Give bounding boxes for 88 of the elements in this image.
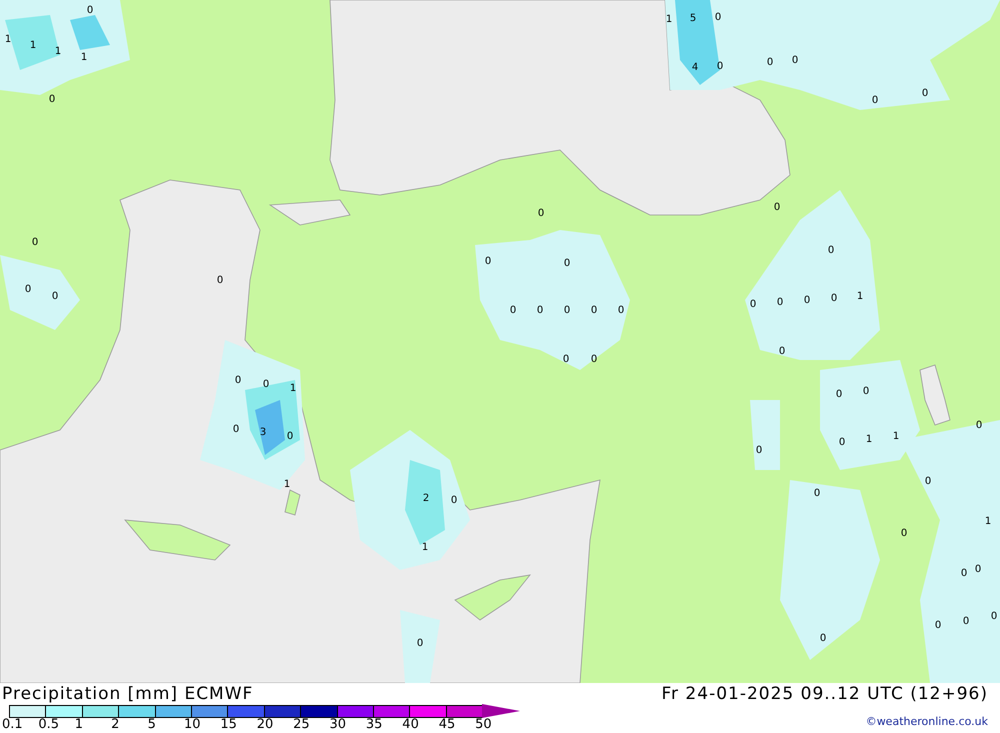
arrow-icon bbox=[482, 704, 520, 718]
value-label: 0 bbox=[538, 208, 544, 219]
value-label: 0 bbox=[510, 305, 516, 316]
value-label: 0 bbox=[590, 305, 598, 316]
value-label: 0 bbox=[24, 284, 32, 295]
value-label: 1 bbox=[892, 431, 900, 442]
value-label: 0 bbox=[484, 256, 492, 267]
value-label: 2 bbox=[422, 493, 430, 504]
value-label: 0 bbox=[286, 431, 294, 442]
value-label: 0 bbox=[564, 305, 570, 316]
value-label: 0 bbox=[814, 488, 820, 499]
value-label: 1 bbox=[4, 34, 12, 45]
legend-label: 0.5 bbox=[38, 718, 60, 732]
value-label: 1 bbox=[54, 46, 62, 57]
legend-label: 45 bbox=[438, 718, 456, 732]
value-label: 0 bbox=[562, 354, 570, 365]
value-label: 0 bbox=[750, 299, 756, 310]
value-label: 0 bbox=[900, 528, 908, 539]
value-label: 1 bbox=[866, 434, 872, 445]
value-label: 0 bbox=[416, 638, 424, 649]
value-label: 0 bbox=[216, 275, 224, 286]
legend-label: 30 bbox=[330, 718, 346, 732]
legend-label: 40 bbox=[402, 718, 419, 732]
value-label: 0 bbox=[872, 95, 878, 106]
value-label: 1 bbox=[856, 291, 864, 302]
value-label: 1 bbox=[984, 516, 992, 527]
value-label: 0 bbox=[922, 88, 928, 99]
value-label: 4 bbox=[692, 62, 698, 73]
value-label: 1 bbox=[80, 52, 88, 63]
legend-label: 0.1 bbox=[2, 718, 23, 732]
legend-label: 20 bbox=[256, 718, 274, 732]
legend-label: 1 bbox=[74, 718, 84, 732]
precipitation-area bbox=[255, 400, 285, 455]
valid-time: Fr 24-01-2025 09..12 UTC (12+96) bbox=[662, 683, 988, 705]
legend-label: 50 bbox=[475, 718, 492, 732]
value-label: 0 bbox=[536, 305, 544, 316]
value-label: 0 bbox=[962, 616, 970, 627]
value-label: 0 bbox=[716, 61, 724, 72]
value-label: 0 bbox=[820, 633, 826, 644]
value-label: 0 bbox=[766, 57, 774, 68]
value-label: 0 bbox=[828, 245, 834, 256]
value-label: 0 bbox=[990, 611, 998, 622]
value-label: 3 bbox=[260, 427, 266, 438]
value-label: 1 bbox=[666, 14, 672, 25]
value-label: 0 bbox=[836, 389, 842, 400]
value-label: 0 bbox=[924, 476, 932, 487]
value-label: 0 bbox=[776, 297, 784, 308]
value-label: 0 bbox=[450, 495, 458, 506]
legend-label: 10 bbox=[184, 718, 200, 732]
value-label: 0 bbox=[48, 94, 56, 105]
value-label: 0 bbox=[714, 12, 722, 23]
value-label: 0 bbox=[792, 55, 798, 66]
legend-label: 15 bbox=[220, 718, 237, 732]
value-label: 1 bbox=[30, 40, 36, 51]
precipitation-area bbox=[70, 15, 110, 50]
value-label: 0 bbox=[618, 305, 624, 316]
value-label: 0 bbox=[838, 437, 846, 448]
value-label: 1 bbox=[284, 479, 290, 490]
legend-label: 25 bbox=[293, 718, 310, 732]
value-label: 0 bbox=[232, 424, 240, 435]
value-label: 0 bbox=[960, 568, 968, 579]
value-label: 0 bbox=[32, 237, 38, 248]
precipitation-area bbox=[750, 400, 780, 470]
island-drawing bbox=[284, 489, 300, 516]
value-label: 0 bbox=[778, 346, 786, 357]
value-label: 0 bbox=[52, 291, 58, 302]
value-label: 0 bbox=[262, 379, 270, 390]
legend-label: 2 bbox=[111, 718, 120, 732]
value-label: 0 bbox=[862, 386, 870, 397]
value-label: 0 bbox=[976, 420, 982, 431]
credit-link[interactable]: ©weatheronline.co.uk bbox=[866, 715, 988, 728]
precipitation-area bbox=[5, 15, 60, 70]
value-label: 0 bbox=[804, 295, 810, 306]
value-label: 0 bbox=[564, 258, 570, 269]
legend-label: 35 bbox=[366, 718, 382, 732]
value-label: 0 bbox=[590, 354, 598, 365]
value-label: 0 bbox=[974, 564, 982, 575]
value-label: 1 bbox=[422, 542, 428, 553]
value-label: 0 bbox=[934, 620, 942, 631]
value-label: 0 bbox=[756, 445, 762, 456]
value-label: 0 bbox=[234, 375, 242, 386]
value-label: 5 bbox=[690, 13, 696, 24]
value-label: 1 bbox=[290, 383, 296, 394]
legend-label: 5 bbox=[148, 718, 156, 732]
value-label: 0 bbox=[830, 293, 838, 304]
value-label: 0 bbox=[774, 202, 780, 213]
value-label: 0 bbox=[86, 5, 94, 16]
legend-title: Precipitation [mm] ECMWF bbox=[2, 683, 254, 705]
